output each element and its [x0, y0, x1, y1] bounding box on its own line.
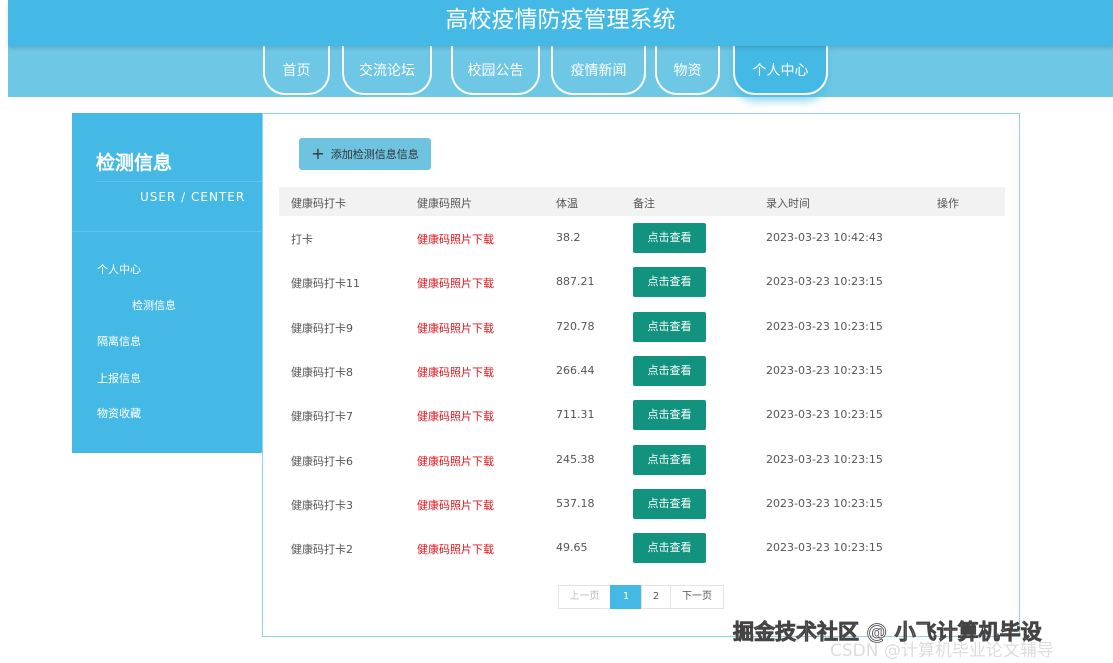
photo-download-link[interactable]: 健康码照片下载 — [417, 408, 494, 424]
cell-name: 健康码打卡7 — [291, 408, 353, 424]
sidebar-item-favorites[interactable]: 物资收藏 — [97, 405, 141, 421]
photo-download-link[interactable]: 健康码照片下载 — [417, 275, 494, 291]
nav-home[interactable]: 首页 — [263, 46, 330, 95]
table-row: 健康码打卡8 健康码照片下载 266.44 点击查看 2023-03-23 10… — [279, 349, 1005, 393]
table-row: 健康码打卡11 健康码照片下载 887.21 点击查看 2023-03-23 1… — [279, 260, 1005, 304]
cell-name: 健康码打卡9 — [291, 320, 353, 336]
cell-time: 2023-03-23 10:23:15 — [766, 275, 883, 288]
table-row: 健康码打卡9 健康码照片下载 720.78 点击查看 2023-03-23 10… — [279, 305, 1005, 349]
nav-news[interactable]: 疫情新闻 — [551, 46, 646, 95]
cell-temperature: 711.31 — [556, 408, 595, 421]
cell-temperature: 38.2 — [556, 231, 581, 244]
view-note-button[interactable]: 点击查看 — [633, 223, 706, 253]
cell-time: 2023-03-23 10:23:15 — [766, 408, 883, 421]
cell-temperature: 245.38 — [556, 453, 595, 466]
photo-download-link[interactable]: 健康码照片下载 — [417, 453, 494, 469]
sidebar: 检测信息 USER / CENTER 个人中心 检测信息 隔离信息 上报信息 物… — [72, 113, 262, 453]
col-header: 健康码照片 — [417, 195, 472, 211]
col-header: 录入时间 — [766, 195, 810, 211]
cell-time: 2023-03-23 10:23:15 — [766, 320, 883, 333]
main-nav: 首页 交流论坛 校园公告 疫情新闻 物资 个人中心 — [8, 46, 1113, 97]
table-row: 健康码打卡3 健康码照片下载 537.18 点击查看 2023-03-23 10… — [279, 482, 1005, 526]
app-header: 高校疫情防疫管理系统 — [8, 0, 1113, 46]
cell-temperature: 537.18 — [556, 497, 595, 510]
nav-supplies[interactable]: 物资 — [655, 46, 720, 95]
watermark-juejin: 掘金技术社区 @ 小飞计算机毕设 — [733, 616, 1042, 646]
divider — [96, 181, 262, 182]
photo-download-link[interactable]: 健康码照片下载 — [417, 364, 494, 380]
view-note-button[interactable]: 点击查看 — [633, 533, 706, 563]
table-row: 健康码打卡7 健康码照片下载 711.31 点击查看 2023-03-23 10… — [279, 393, 1005, 437]
nav-personal-center[interactable]: 个人中心 — [733, 46, 828, 95]
content-panel: + 添加检测信息信息 健康码打卡 健康码照片 体温 备注 录入时间 操作 打卡 健… — [262, 113, 1020, 637]
photo-download-link[interactable]: 健康码照片下载 — [417, 231, 494, 247]
nav-notice[interactable]: 校园公告 — [451, 46, 540, 95]
page-1-button[interactable]: 1 — [610, 585, 642, 609]
cell-time: 2023-03-23 10:23:15 — [766, 364, 883, 377]
photo-download-link[interactable]: 健康码照片下载 — [417, 497, 494, 513]
sidebar-item-isolation[interactable]: 隔离信息 — [97, 333, 141, 349]
sidebar-item-detection[interactable]: 检测信息 — [132, 297, 176, 313]
table-header: 健康码打卡 健康码照片 体温 备注 录入时间 操作 — [279, 187, 1005, 216]
table-row: 打卡 健康码照片下载 38.2 点击查看 2023-03-23 10:42:43 — [279, 216, 1005, 260]
sidebar-title: 检测信息 — [96, 148, 172, 175]
cell-temperature: 887.21 — [556, 275, 595, 288]
table-row: 健康码打卡6 健康码照片下载 245.38 点击查看 2023-03-23 10… — [279, 438, 1005, 482]
cell-temperature: 720.78 — [556, 320, 595, 333]
view-note-button[interactable]: 点击查看 — [633, 267, 706, 297]
table-row: 健康码打卡2 健康码照片下载 49.65 点击查看 2023-03-23 10:… — [279, 526, 1005, 570]
plus-icon: + — [311, 144, 324, 163]
prev-page-button[interactable]: 上一页 — [558, 585, 611, 609]
cell-name: 健康码打卡2 — [291, 541, 353, 557]
photo-download-link[interactable]: 健康码照片下载 — [417, 320, 494, 336]
cell-time: 2023-03-23 10:23:15 — [766, 541, 883, 554]
view-note-button[interactable]: 点击查看 — [633, 489, 706, 519]
col-header: 体温 — [556, 195, 578, 211]
page-2-button[interactable]: 2 — [641, 585, 671, 609]
app-title: 高校疫情防疫管理系统 — [8, 0, 1113, 40]
col-header: 备注 — [633, 195, 655, 211]
view-note-button[interactable]: 点击查看 — [633, 445, 706, 475]
sidebar-subtitle: USER / CENTER — [140, 190, 245, 204]
divider — [72, 231, 262, 232]
cell-name: 健康码打卡11 — [291, 275, 360, 291]
cell-temperature: 266.44 — [556, 364, 595, 377]
col-header: 操作 — [937, 195, 959, 211]
cell-time: 2023-03-23 10:23:15 — [766, 453, 883, 466]
photo-download-link[interactable]: 健康码照片下载 — [417, 541, 494, 557]
cell-name: 健康码打卡6 — [291, 453, 353, 469]
col-header: 健康码打卡 — [291, 195, 346, 211]
cell-name: 健康码打卡8 — [291, 364, 353, 380]
cell-time: 2023-03-23 10:42:43 — [766, 231, 883, 244]
cell-temperature: 49.65 — [556, 541, 588, 554]
sidebar-item-report[interactable]: 上报信息 — [97, 370, 141, 386]
view-note-button[interactable]: 点击查看 — [633, 400, 706, 430]
view-note-button[interactable]: 点击查看 — [633, 356, 706, 386]
add-detection-button[interactable]: + 添加检测信息信息 — [299, 138, 431, 170]
cell-name: 打卡 — [291, 231, 313, 247]
add-label: 添加检测信息信息 — [331, 148, 419, 161]
sidebar-item-personal-center[interactable]: 个人中心 — [97, 261, 141, 277]
nav-forum[interactable]: 交流论坛 — [342, 46, 432, 95]
cell-time: 2023-03-23 10:23:15 — [766, 497, 883, 510]
view-note-button[interactable]: 点击查看 — [633, 312, 706, 342]
next-page-button[interactable]: 下一页 — [670, 585, 724, 609]
cell-name: 健康码打卡3 — [291, 497, 353, 513]
